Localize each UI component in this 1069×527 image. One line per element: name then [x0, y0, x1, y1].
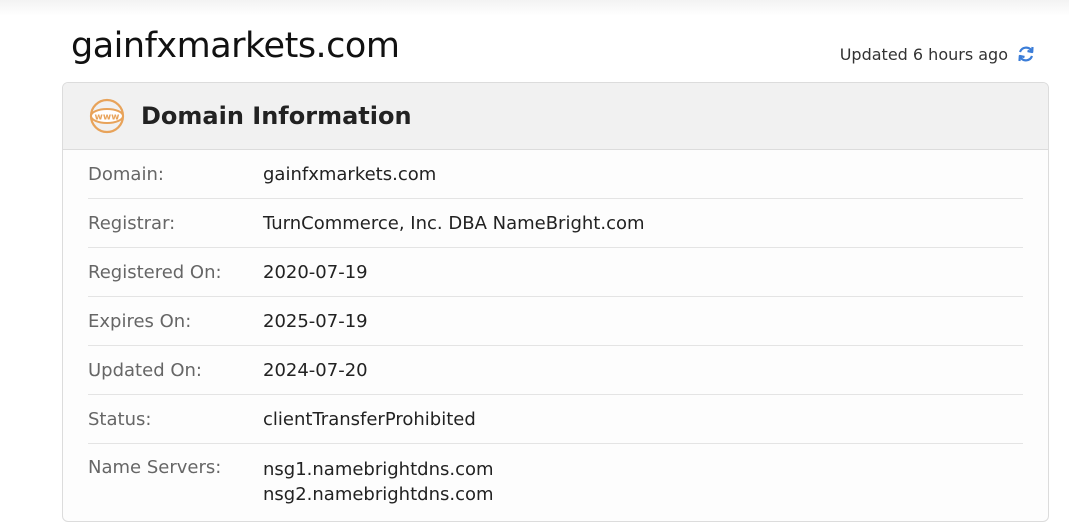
www-icon: www: [89, 98, 125, 134]
info-row-expires-on: Expires On: 2025-07-19: [88, 297, 1023, 346]
page: WikiFX gainfxmarkets.com Updated 6 hours…: [0, 0, 1069, 527]
info-rows: Domain: gainfxmarkets.com Registrar: Tur…: [63, 150, 1048, 507]
refresh-icon[interactable]: [1016, 44, 1036, 64]
row-label: Registered On:: [88, 261, 222, 283]
row-label: Status:: [88, 408, 152, 430]
name-server: nsg1.namebrightdns.com: [263, 459, 494, 480]
updated-status: Updated 6 hours ago: [840, 44, 1036, 64]
domain-information-card: www Domain Information Domain: gainfxmar…: [62, 82, 1049, 522]
row-value: gainfxmarkets.com: [263, 163, 437, 185]
page-title: gainfxmarkets.com: [71, 26, 400, 66]
row-value: clientTransferProhibited: [263, 408, 476, 430]
card-title: Domain Information: [141, 102, 412, 130]
row-label: Expires On:: [88, 310, 192, 332]
row-label: Name Servers:: [88, 457, 222, 478]
row-value: 2024-07-20: [263, 359, 368, 381]
top-shade: [0, 0, 1069, 16]
row-value: 2020-07-19: [263, 261, 368, 283]
row-label: Registrar:: [88, 212, 176, 234]
row-label: Domain:: [88, 163, 164, 185]
svg-text:www: www: [95, 113, 120, 123]
header-row: gainfxmarkets.com Updated 6 hours ago: [71, 26, 1036, 76]
info-row-updated-on: Updated On: 2024-07-20: [88, 346, 1023, 395]
name-server: nsg2.namebrightdns.com: [263, 484, 494, 505]
info-row-status: Status: clientTransferProhibited: [88, 395, 1023, 444]
info-row-domain: Domain: gainfxmarkets.com: [88, 150, 1023, 199]
row-value: TurnCommerce, Inc. DBA NameBright.com: [263, 212, 645, 234]
info-row-registrar: Registrar: TurnCommerce, Inc. DBA NameBr…: [88, 199, 1023, 248]
updated-text: Updated 6 hours ago: [839, 44, 1008, 64]
card-header: www Domain Information: [63, 83, 1048, 150]
name-server-list: nsg1.namebrightdns.com nsg2.namebrightdn…: [263, 457, 494, 507]
row-value: 2025-07-19: [263, 310, 368, 332]
info-row-registered-on: Registered On: 2020-07-19: [88, 248, 1023, 297]
row-label: Updated On:: [88, 359, 202, 381]
info-row-name-servers: Name Servers: nsg1.namebrightdns.com nsg…: [88, 444, 1023, 507]
